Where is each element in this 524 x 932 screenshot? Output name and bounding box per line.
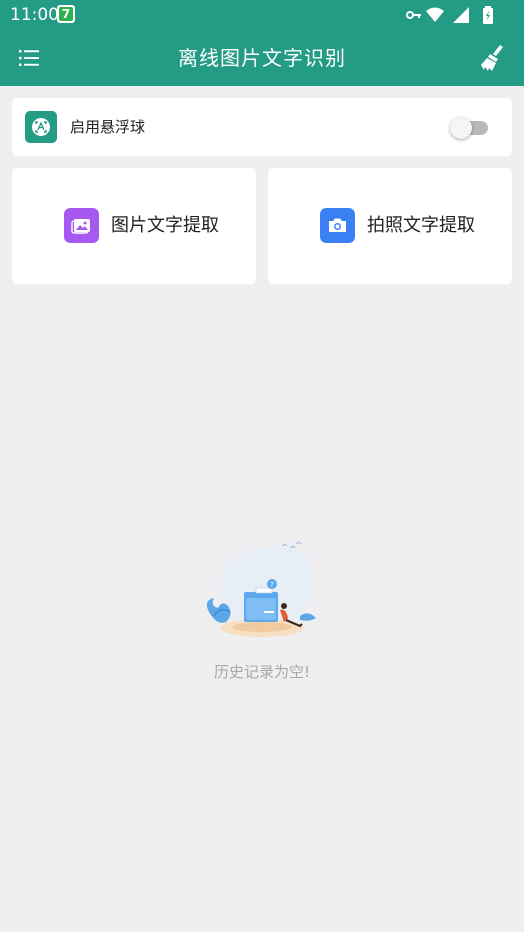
float-ball-label: 启用悬浮球	[70, 118, 146, 136]
toggle-thumb	[450, 117, 472, 139]
page-title: 离线图片文字识别	[178, 46, 346, 70]
image-text-extract-label: 图片文字提取	[111, 215, 219, 236]
svg-text:?: ?	[270, 581, 274, 589]
image-icon	[64, 208, 99, 243]
camera-icon	[320, 208, 355, 243]
camera-text-extract-label: 拍照文字提取	[367, 215, 475, 236]
broom-icon[interactable]	[480, 44, 506, 72]
app-notification-badge: 7	[57, 5, 75, 23]
signal-icon	[453, 7, 469, 23]
empty-history-illustration: ?	[206, 541, 316, 637]
float-ball-icon	[25, 111, 57, 143]
camera-text-extract-button[interactable]: 拍照文字提取	[268, 168, 512, 284]
float-ball-setting: 启用悬浮球	[12, 98, 512, 156]
status-time: 11:00	[10, 5, 59, 25]
vpn-key-icon	[406, 11, 421, 19]
battery-icon	[483, 6, 493, 24]
empty-history-text: 历史记录为空!	[213, 663, 310, 681]
app-bar: 离线图片文字识别	[0, 30, 524, 86]
wifi-icon	[426, 7, 444, 22]
image-text-extract-button[interactable]: 图片文字提取	[12, 168, 256, 284]
badge-number: 7	[59, 7, 73, 21]
status-bar: 11:00 7	[0, 0, 524, 30]
float-ball-toggle[interactable]	[450, 117, 488, 139]
